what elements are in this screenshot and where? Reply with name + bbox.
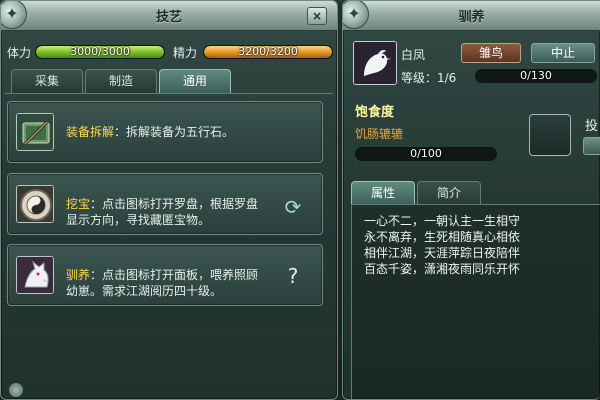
tab-introduction[interactable]: 简介 — [417, 181, 481, 205]
taming-window: ✦ 驯养 白凤 雏鸟 中止 等级：1/6 0/130 饱食度 饥肠辘辘 0/10… — [342, 0, 600, 400]
skill-taming-title: 驯养 — [66, 268, 91, 282]
pet-exp-value: 0/130 — [520, 69, 552, 82]
skill-taming-text: 驯养：点击图标打开面板，喂养照顾幼崽。需求江湖阅历四十级。 — [66, 267, 266, 299]
tab-crafting[interactable]: 制造 — [85, 69, 157, 93]
energy-bar: 3200/3200 — [203, 45, 333, 59]
pet-info-tabs: 属性 简介 — [351, 181, 600, 205]
tab-gathering[interactable]: 采集 — [11, 69, 83, 93]
white-wolf-icon[interactable] — [16, 256, 54, 294]
pet-level: 等级：1/6 — [401, 71, 457, 85]
hunger-value: 0/100 — [410, 147, 442, 160]
pet-exp-bar: 0/130 — [475, 69, 597, 83]
hunger-status: 饥肠辘辘 — [355, 127, 404, 141]
skill-disassemble-description: ：拆解装备为五行石。 — [114, 125, 235, 139]
feed-label: 投 — [585, 119, 599, 134]
refresh-icon[interactable]: ⟳ — [280, 194, 306, 220]
pet-description: 一心不二，一朝认主一生相守 永不离弃，生死相随真心相依 相伴江湖，天涯萍踪日夜陪… — [364, 214, 521, 276]
hunger-bar: 0/100 — [355, 147, 497, 161]
skills-window-title: 技艺 — [155, 10, 182, 25]
pet-name: 白凤 — [401, 48, 426, 62]
skill-card-treasure[interactable]: 挖宝：点击图标打开罗盘，根据罗盘显示方向，寻找藏匿宝物。 ⟳ — [7, 173, 323, 235]
tab-divider — [5, 93, 333, 94]
skill-disassemble-title: 装备拆解 — [66, 125, 115, 139]
stamina-label: 体力 — [7, 46, 32, 60]
skill-card-disassemble[interactable]: 装备拆解：拆解装备为五行石。 — [7, 101, 323, 163]
pet-info-panel: 一心不二，一朝认主一生相守 永不离弃，生死相随真心相依 相伴江湖，天涯萍踪日夜陪… — [351, 204, 600, 399]
feed-button[interactable] — [583, 137, 600, 155]
skill-treasure-description: ：点击图标打开罗盘，根据罗盘显示方向，寻找藏匿宝物。 — [66, 197, 259, 227]
skill-card-taming[interactable]: 驯养：点击图标打开面板，喂养照顾幼崽。需求江湖阅历四十级。 ? — [7, 244, 323, 306]
taming-window-titlebar[interactable]: ✦ 驯养 — [343, 1, 600, 31]
skill-treasure-title: 挖宝 — [66, 197, 91, 211]
stop-taming-button[interactable]: 中止 — [531, 43, 595, 63]
skills-window-titlebar[interactable]: ✦ 技艺 × — [1, 1, 337, 31]
skill-treasure-text: 挖宝：点击图标打开罗盘，根据罗盘显示方向，寻找藏匿宝物。 — [66, 196, 266, 228]
skill-disassemble-text: 装备拆解：拆解装备为五行石。 — [66, 124, 306, 140]
equipment-scroll-icon[interactable] — [16, 113, 54, 151]
energy-label: 精力 — [173, 46, 198, 60]
skill-taming-description: ：点击图标打开面板，喂养照顾幼崽。需求江湖阅历四十级。 — [66, 268, 259, 298]
food-slot[interactable] — [529, 114, 571, 156]
skills-window: ✦ 技艺 × 体力 3000/3000 精力 3200/3200 采集 制造 通… — [0, 0, 338, 400]
tab-attributes[interactable]: 属性 — [351, 181, 415, 205]
panel-ornament-icon — [9, 383, 23, 397]
stamina-bar: 3000/3000 — [35, 45, 165, 59]
pet-portrait[interactable] — [353, 41, 397, 85]
taming-window-title: 驯养 — [458, 10, 485, 25]
close-button[interactable]: × — [307, 7, 327, 25]
stamina-value: 3000/3000 — [70, 45, 130, 58]
compass-icon[interactable] — [16, 185, 54, 223]
skills-tabs: 采集 制造 通用 — [11, 69, 331, 93]
tab-general[interactable]: 通用 — [159, 69, 231, 93]
pet-stage-button[interactable]: 雏鸟 — [461, 43, 521, 63]
hunger-label: 饱食度 — [355, 105, 395, 120]
question-icon[interactable]: ? — [280, 263, 306, 289]
energy-value: 3200/3200 — [238, 45, 298, 58]
